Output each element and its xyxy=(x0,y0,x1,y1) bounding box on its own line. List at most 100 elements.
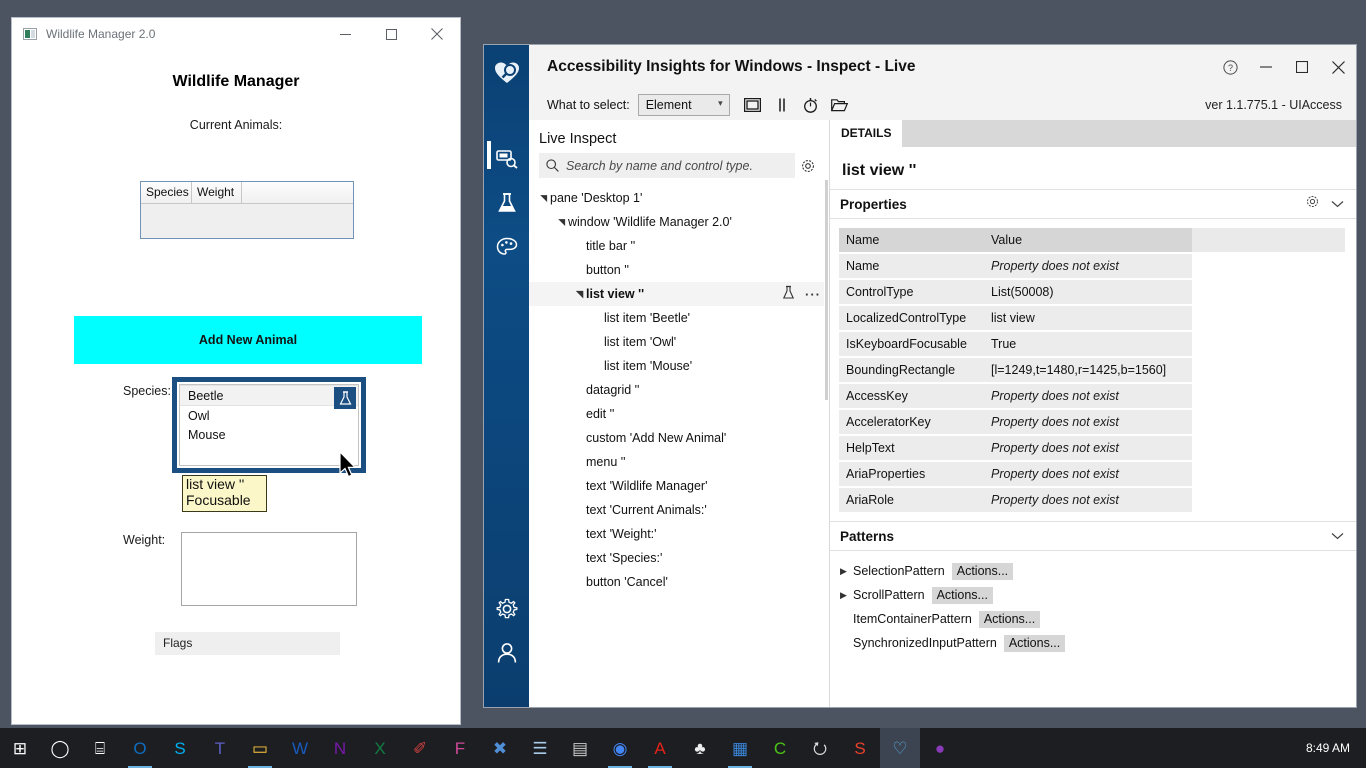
taskbar-power-icon[interactable]: ⭮ xyxy=(800,728,840,768)
taskbar-file-explorer-icon[interactable]: ▭ xyxy=(240,728,280,768)
expand-arrow-icon[interactable]: ▶ xyxy=(840,590,853,601)
column-header-species[interactable]: Species xyxy=(141,182,192,203)
tree-node[interactable]: list item 'Owl' xyxy=(529,330,829,354)
search-settings-gear-icon[interactable] xyxy=(795,159,821,173)
tree-node[interactable]: menu '' xyxy=(529,450,829,474)
tree-node[interactable]: ◢ pane 'Desktop 1' xyxy=(529,186,829,210)
more-options-icon[interactable]: ··· xyxy=(805,287,821,302)
tree-node[interactable]: list item 'Beetle' xyxy=(529,306,829,330)
pattern-row[interactable]: ▶ ScrollPattern Actions... xyxy=(830,583,1356,607)
tree-node[interactable]: edit '' xyxy=(529,402,829,426)
what-to-select-dropdown[interactable]: Element ▾ xyxy=(637,93,730,116)
pattern-actions-button[interactable]: Actions... xyxy=(951,562,1014,580)
pause-icon[interactable] xyxy=(769,92,795,118)
properties-collapse-chevron-icon[interactable] xyxy=(1331,195,1344,213)
weight-input[interactable] xyxy=(181,532,357,606)
tree-node[interactable]: text 'Wildlife Manager' xyxy=(529,474,829,498)
minimize-button[interactable] xyxy=(322,18,368,50)
search-input[interactable]: Search by name and control type. xyxy=(539,153,795,178)
open-folder-icon[interactable] xyxy=(827,92,853,118)
tree-node[interactable]: datagrid '' xyxy=(529,378,829,402)
tree-node[interactable]: ◢ window 'Wildlife Manager 2.0' xyxy=(529,210,829,234)
maximize-button[interactable] xyxy=(368,18,414,50)
tree-node[interactable]: text 'Species:' xyxy=(529,546,829,570)
column-header-name[interactable]: Name xyxy=(839,228,984,252)
tree-node[interactable]: ◢ list view '' ··· xyxy=(529,282,829,306)
taskbar-clock[interactable]: 8:49 AM xyxy=(1306,741,1366,755)
taskbar-word-icon[interactable]: W xyxy=(280,728,320,768)
tree-node[interactable]: list item 'Mouse' xyxy=(529,354,829,378)
pattern-actions-button[interactable]: Actions... xyxy=(931,586,993,604)
tree-node[interactable]: title bar '' xyxy=(529,234,829,258)
insights-maximize-button[interactable] xyxy=(1284,52,1320,82)
highlight-icon[interactable] xyxy=(740,92,766,118)
taskbar-chrome-icon[interactable]: ◉ xyxy=(600,728,640,768)
taskbar-cmd-icon[interactable]: C xyxy=(760,728,800,768)
ui-tree[interactable]: ◢ pane 'Desktop 1' ◢ window 'Wildlife Manag… xyxy=(529,178,829,707)
taskbar-figma-icon[interactable]: F xyxy=(440,728,480,768)
sidebar-item-color-contrast[interactable] xyxy=(484,225,529,269)
table-row[interactable]: AriaProperties Property does not exist xyxy=(839,462,1345,486)
flask-icon[interactable] xyxy=(782,285,795,303)
tree-scrollbar[interactable] xyxy=(824,120,829,707)
list-item[interactable]: Owl xyxy=(180,406,358,425)
insights-close-button[interactable] xyxy=(1320,52,1356,82)
expand-arrow-icon[interactable]: ◢ xyxy=(538,192,549,205)
pattern-row[interactable]: SynchronizedInputPattern Actions... xyxy=(830,631,1356,655)
close-button[interactable] xyxy=(414,18,460,50)
taskbar-acrobat-icon[interactable]: A xyxy=(640,728,680,768)
pattern-row[interactable]: ItemContainerPattern Actions... xyxy=(830,607,1356,631)
taskbar-start-icon[interactable]: ⊞ xyxy=(0,728,40,768)
table-row[interactable]: Name Property does not exist xyxy=(839,254,1345,278)
taskbar-browser-icon[interactable]: ● xyxy=(920,728,960,768)
taskbar-teams-icon[interactable]: T xyxy=(200,728,240,768)
table-row[interactable]: BoundingRectangle [l=1249,t=1480,r=1425,b… xyxy=(839,358,1345,382)
properties-gear-icon[interactable] xyxy=(1306,195,1319,213)
column-header-weight[interactable]: Weight xyxy=(192,182,242,203)
properties-table-wrap[interactable]: Name Value Name Property does not exist Co… xyxy=(830,219,1356,521)
table-row[interactable]: AriaRole Property does not exist xyxy=(839,488,1345,512)
tab-details[interactable]: DETAILS xyxy=(830,120,903,147)
tree-node[interactable]: button '' xyxy=(529,258,829,282)
tree-node[interactable]: button 'Cancel' xyxy=(529,570,829,594)
table-row[interactable]: IsKeyboardFocusable True xyxy=(839,332,1345,356)
scrollbar-thumb[interactable] xyxy=(825,180,828,400)
taskbar-paint-icon[interactable]: ✐ xyxy=(400,728,440,768)
taskbar-accessibility-insights-icon[interactable]: ♡ xyxy=(880,728,920,768)
taskbar-cortana-icon[interactable]: ◯ xyxy=(40,728,80,768)
taskbar-snagit-icon[interactable]: S xyxy=(840,728,880,768)
tree-node[interactable]: text 'Current Animals:' xyxy=(529,498,829,522)
table-row[interactable]: ControlType List(50008) xyxy=(839,280,1345,304)
taskbar-excel-icon[interactable]: X xyxy=(360,728,400,768)
add-new-animal-button[interactable]: Add New Animal xyxy=(74,316,422,364)
taskbar-app-icon[interactable]: ✖ xyxy=(480,728,520,768)
expand-arrow-icon[interactable]: ◢ xyxy=(574,288,585,301)
taskbar-notepad-icon[interactable]: ☰ xyxy=(520,728,560,768)
pattern-actions-button[interactable]: Actions... xyxy=(978,610,1041,628)
expand-arrow-icon[interactable]: ▶ xyxy=(840,566,853,577)
taskbar-onenote-icon[interactable]: N xyxy=(320,728,360,768)
expand-arrow-icon[interactable]: ◢ xyxy=(556,216,567,229)
table-row[interactable]: LocalizedControlType list view xyxy=(839,306,1345,330)
taskbar-solitaire-icon[interactable]: ♣ xyxy=(680,728,720,768)
list-item[interactable]: Mouse xyxy=(180,425,358,444)
sidebar-item-settings[interactable] xyxy=(484,587,529,631)
table-row[interactable]: AcceleratorKey Property does not exist xyxy=(839,410,1345,434)
taskbar-skype-icon[interactable]: S xyxy=(160,728,200,768)
patterns-collapse-chevron-icon[interactable] xyxy=(1331,527,1344,545)
taskbar-outlook-icon[interactable]: O xyxy=(120,728,160,768)
sidebar-item-account[interactable] xyxy=(484,631,529,675)
taskbar-task-view-icon[interactable]: ⌸ xyxy=(80,728,120,768)
flask-icon[interactable] xyxy=(334,387,356,409)
tree-node[interactable]: text 'Weight:' xyxy=(529,522,829,546)
column-header-value[interactable]: Value xyxy=(984,228,1192,252)
taskbar-window-app-icon[interactable]: ▦ xyxy=(720,728,760,768)
sidebar-item-test[interactable] xyxy=(484,181,529,225)
flags-field[interactable]: Flags xyxy=(155,632,340,655)
timer-icon[interactable] xyxy=(798,92,824,118)
list-item[interactable]: Beetle xyxy=(180,385,358,406)
pattern-row[interactable]: ▶ SelectionPattern Actions... xyxy=(830,559,1356,583)
insights-minimize-button[interactable] xyxy=(1248,52,1284,82)
table-row[interactable]: HelpText Property does not exist xyxy=(839,436,1345,460)
help-button[interactable]: ? xyxy=(1212,52,1248,82)
